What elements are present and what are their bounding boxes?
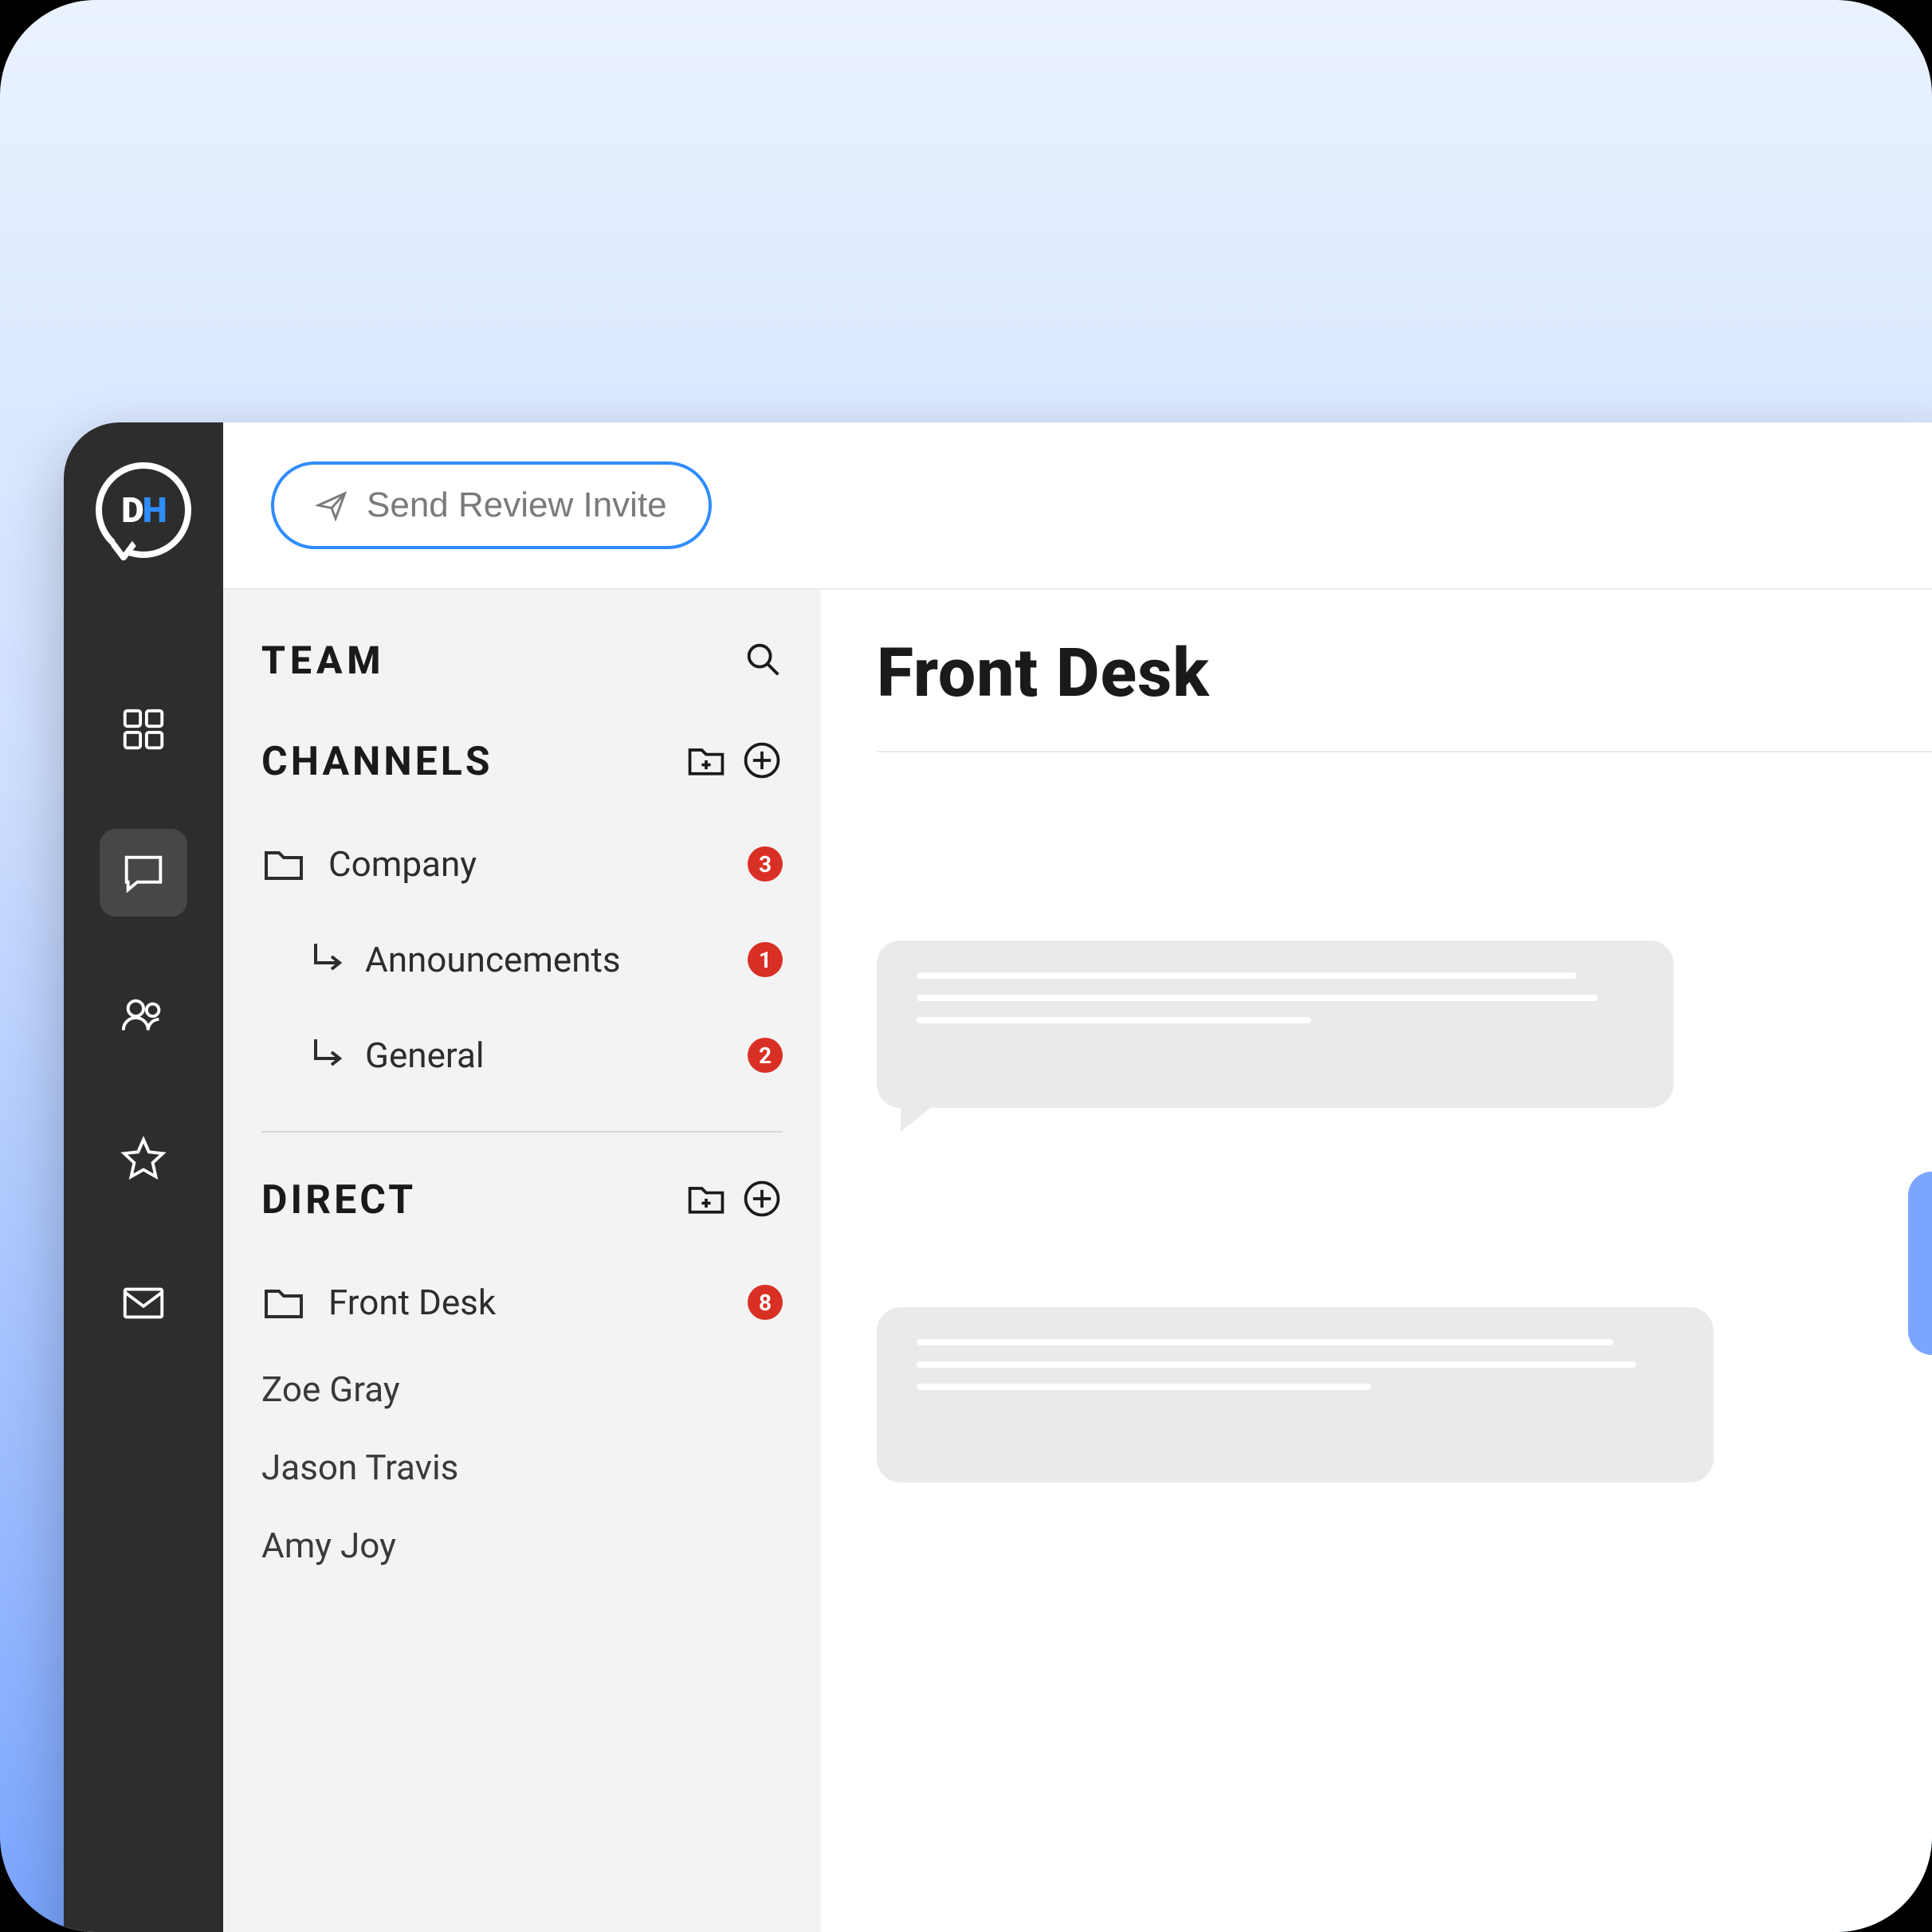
outgoing-message-bubble — [1908, 1172, 1932, 1355]
channel-label: Announcements — [365, 939, 621, 980]
channel-announcements[interactable]: Announcements 1 — [261, 916, 783, 1003]
channels-header-row: CHANNELS — [261, 739, 783, 785]
send-review-label: Send Review Invite — [367, 485, 667, 525]
nav-grid-icon[interactable] — [100, 685, 187, 773]
direct-user[interactable]: Amy Joy — [261, 1510, 783, 1581]
direct-user[interactable]: Zoe Gray — [261, 1354, 783, 1424]
app-window: DH Send — [64, 422, 1932, 1932]
logo-h: H — [143, 489, 166, 531]
main-panel: Front Desk — [821, 590, 1932, 1932]
channel-folder-company[interactable]: Company 3 — [261, 820, 783, 908]
unread-badge: 2 — [748, 1038, 783, 1073]
paper-plane-icon — [316, 489, 348, 521]
sidebar: TEAM CHANNELS — [223, 590, 821, 1932]
direct-folder-front-desk[interactable]: Front Desk 8 — [261, 1259, 783, 1346]
app-logo[interactable]: DH — [96, 462, 191, 558]
main-divider — [877, 751, 1932, 752]
team-header-row: TEAM — [261, 638, 783, 683]
folder-icon — [261, 842, 306, 886]
search-icon[interactable] — [743, 639, 783, 682]
direct-folder-label: Front Desk — [328, 1282, 496, 1323]
add-channel-icon[interactable] — [741, 740, 783, 784]
nav-chat-icon[interactable] — [100, 829, 187, 917]
direct-user[interactable]: Jason Travis — [261, 1432, 783, 1502]
logo-text: DH — [121, 489, 165, 531]
channel-label: General — [365, 1035, 485, 1076]
nav-people-icon[interactable] — [100, 972, 187, 1060]
subitem-arrow-icon — [306, 937, 351, 982]
logo-d: D — [121, 489, 142, 531]
nav-mail-icon[interactable] — [100, 1259, 187, 1347]
nav-star-icon[interactable] — [100, 1116, 187, 1204]
page-title: Front Desk — [877, 634, 1932, 751]
sidebar-divider — [261, 1131, 783, 1133]
message-bubble — [877, 1307, 1714, 1482]
unread-badge: 3 — [748, 846, 783, 882]
direct-title: DIRECT — [261, 1177, 416, 1223]
unread-badge: 1 — [748, 942, 783, 977]
message-bubble — [877, 940, 1674, 1108]
add-direct-folder-icon[interactable] — [685, 1178, 727, 1223]
app-frame: DH Send — [0, 0, 1932, 1932]
add-folder-icon[interactable] — [685, 740, 727, 784]
channels-title: CHANNELS — [261, 739, 493, 785]
add-direct-icon[interactable] — [741, 1178, 783, 1223]
content-area: Send Review Invite TEAM CHANNELS — [223, 422, 1932, 1932]
unread-badge: 8 — [748, 1285, 783, 1320]
channel-general[interactable]: General 2 — [261, 1011, 783, 1099]
direct-header-row: DIRECT — [261, 1177, 783, 1223]
nav-rail: DH — [64, 422, 223, 1932]
channel-label: Company — [328, 843, 477, 885]
send-review-invite-button[interactable]: Send Review Invite — [271, 461, 712, 549]
subitem-arrow-icon — [306, 1033, 351, 1078]
split-pane: TEAM CHANNELS — [223, 590, 1932, 1932]
team-title: TEAM — [261, 638, 385, 683]
folder-icon — [261, 1280, 306, 1325]
topbar: Send Review Invite — [223, 422, 1932, 590]
